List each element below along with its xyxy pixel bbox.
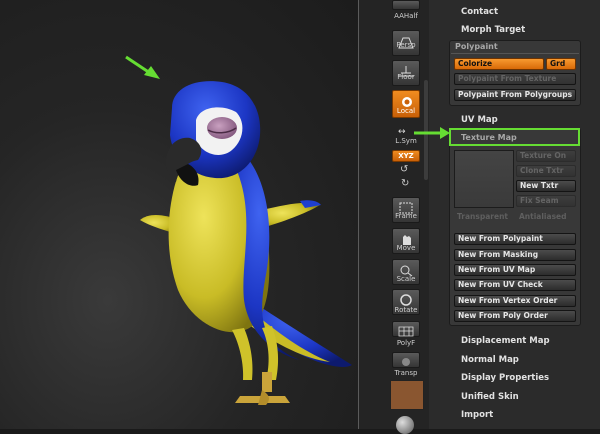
xyz-label: XYZ — [398, 152, 414, 160]
antialiased-toggle[interactable]: Antialiased — [519, 212, 566, 221]
aahalf-button[interactable] — [392, 0, 420, 10]
green-arrow-annotation — [125, 55, 160, 79]
new-from-polypaint-button[interactable]: New From Polypaint — [454, 233, 576, 245]
aahalf-label: AAHalf — [394, 12, 418, 20]
transparent-toggle[interactable]: Transparent — [457, 212, 508, 221]
normal-map-header[interactable]: Normal Map — [461, 355, 519, 365]
import-header[interactable]: Import — [461, 410, 493, 420]
uv-map-header[interactable]: UV Map — [461, 115, 498, 125]
lsym-icon: ↔ — [398, 127, 406, 137]
new-from-uv-check-button[interactable]: New From UV Check — [454, 279, 576, 291]
polypaint-title[interactable]: Polypaint — [455, 42, 498, 51]
polypaint-from-texture-button[interactable]: Polypaint From Texture — [454, 73, 576, 85]
rotate-small-icon-2: ↻ — [401, 178, 410, 189]
transp-icon — [402, 358, 410, 366]
morph-target-header[interactable]: Morph Target — [461, 25, 525, 35]
local-label: Local — [396, 107, 416, 115]
parrot-model — [125, 55, 352, 405]
polypaint-from-polygroups-button[interactable]: Polypaint From Polygroups — [454, 89, 576, 101]
polypaint-divider — [451, 53, 579, 54]
rotate-label: Rotate — [394, 306, 418, 314]
new-from-vertex-order-button[interactable]: New From Vertex Order — [454, 295, 576, 307]
bottom-sphere-icon[interactable] — [396, 416, 414, 434]
green-arrow-texture-map — [414, 127, 450, 139]
rotate-icon — [400, 294, 412, 306]
persp-label: Persp — [396, 41, 416, 49]
texture-on-button[interactable]: Texture On — [516, 150, 576, 162]
frame-label: Frame — [395, 212, 417, 220]
colorize-button[interactable]: Colorize — [454, 58, 544, 70]
texture-thumbnail[interactable] — [454, 150, 514, 208]
scale-label: Scale — [396, 275, 416, 283]
display-properties-header[interactable]: Display Properties — [461, 373, 549, 383]
new-from-masking-button[interactable]: New From Masking — [454, 249, 576, 261]
floor-label: Floor — [397, 73, 415, 81]
polyf-label: PolyF — [396, 339, 416, 347]
new-from-poly-order-button[interactable]: New From Poly Order — [454, 310, 576, 322]
move-label: Move — [396, 244, 416, 252]
polyf-button[interactable] — [392, 321, 420, 337]
grd-button[interactable]: Grd — [546, 58, 576, 70]
texture-map-title[interactable]: Texture Map — [461, 133, 517, 142]
brown-swatch[interactable] — [390, 380, 424, 410]
transp-button[interactable] — [392, 352, 420, 368]
transp-label: Transp — [394, 369, 418, 377]
new-from-uv-map-button[interactable]: New From UV Map — [454, 264, 576, 276]
clone-txtr-button[interactable]: Clone Txtr — [516, 165, 576, 177]
rotate-small-icon: ↺ — [400, 164, 409, 175]
polyf-icon — [398, 326, 414, 337]
new-txtr-button[interactable]: New Txtr — [516, 180, 576, 192]
unified-skin-header[interactable]: Unified Skin — [461, 392, 519, 402]
fix-seam-button[interactable]: Fix Seam — [516, 195, 576, 207]
displacement-map-header[interactable]: Displacement Map — [461, 336, 550, 346]
viewport-canvas[interactable] — [0, 0, 358, 429]
contact-header[interactable]: Contact — [461, 7, 498, 17]
